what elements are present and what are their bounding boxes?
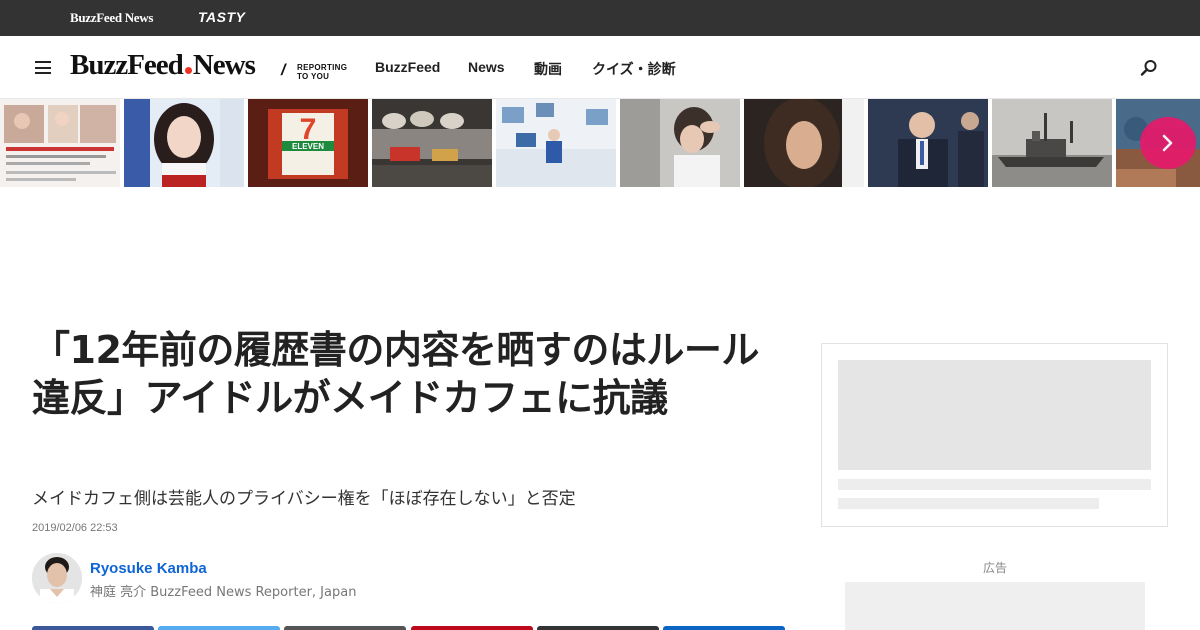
- nav-quiz[interactable]: クイズ・診断: [592, 59, 676, 79]
- svg-text:ELEVEN: ELEVEN: [292, 142, 324, 151]
- network-bar: BuzzFeed News TASTY: [0, 0, 1200, 36]
- menu-icon[interactable]: [35, 61, 51, 74]
- story-carousel: 7 ELEVEN: [0, 99, 1200, 187]
- search-icon[interactable]: [1140, 59, 1158, 77]
- carousel-thumb-7[interactable]: [744, 99, 864, 187]
- article-headline: 「12年前の履歴書の内容を晒すのはルール違反」アイドルがメイドカフェに抗議: [32, 328, 759, 420]
- sidebar-placeholder-card: [821, 343, 1168, 527]
- tasty-network-link[interactable]: TASTY: [198, 9, 245, 25]
- share-line-button[interactable]: [663, 626, 785, 630]
- carousel-thumb-6[interactable]: [620, 99, 740, 187]
- carousel-thumb-2[interactable]: [124, 99, 244, 187]
- carousel-thumb-8[interactable]: [868, 99, 988, 187]
- carousel-next-button[interactable]: [1140, 117, 1196, 169]
- site-logo[interactable]: BuzzFeed News: [70, 49, 256, 82]
- nav-video[interactable]: 動画: [534, 59, 562, 79]
- ad-slot[interactable]: [845, 582, 1145, 630]
- placeholder-line: [838, 498, 1099, 509]
- logo-news-text: News: [192, 49, 256, 81]
- share-twitter-button[interactable]: [158, 626, 280, 630]
- logo-buzzfeed-text: BuzzFeed: [70, 49, 184, 81]
- author-name-link[interactable]: Ryosuke Kamba: [90, 560, 207, 577]
- logo-dot: [184, 67, 192, 74]
- share-email-button[interactable]: [537, 626, 659, 630]
- carousel-thumb-1[interactable]: [0, 99, 120, 187]
- site-header: BuzzFeed News / REPORTING TO YOU BuzzFeed…: [0, 36, 1200, 99]
- article-timestamp: 2019/02/06 22:53: [32, 522, 118, 534]
- author-avatar[interactable]: [32, 553, 82, 603]
- buzzfeed-news-network-link[interactable]: BuzzFeed News: [70, 10, 153, 26]
- tagline-line-2: TO YOU: [297, 72, 330, 81]
- tagline: REPORTING TO YOU: [297, 63, 357, 81]
- share-facebook-button[interactable]: [32, 626, 154, 630]
- nav-news[interactable]: News: [468, 59, 505, 75]
- carousel-thumb-3[interactable]: 7 ELEVEN: [248, 99, 368, 187]
- placeholder-line: [838, 479, 1151, 490]
- article-dek: メイドカフェ側は芸能人のプライバシー権を「ほぼ存在しない」と否定: [32, 489, 576, 509]
- carousel-thumb-9[interactable]: [992, 99, 1112, 187]
- logo-slash: /: [281, 62, 286, 79]
- placeholder-image: [838, 360, 1151, 470]
- tagline-line-1: REPORTING: [297, 63, 348, 72]
- share-pinterest-button[interactable]: [411, 626, 533, 630]
- nav-buzzfeed[interactable]: BuzzFeed: [375, 59, 440, 75]
- carousel-thumb-4[interactable]: [372, 99, 492, 187]
- ad-label: 広告: [983, 561, 1008, 575]
- chevron-right-icon: [1162, 134, 1173, 152]
- share-link-button[interactable]: [284, 626, 406, 630]
- author-role: 神庭 亮介 BuzzFeed News Reporter, Japan: [90, 585, 357, 600]
- carousel-thumb-5[interactable]: [496, 99, 616, 187]
